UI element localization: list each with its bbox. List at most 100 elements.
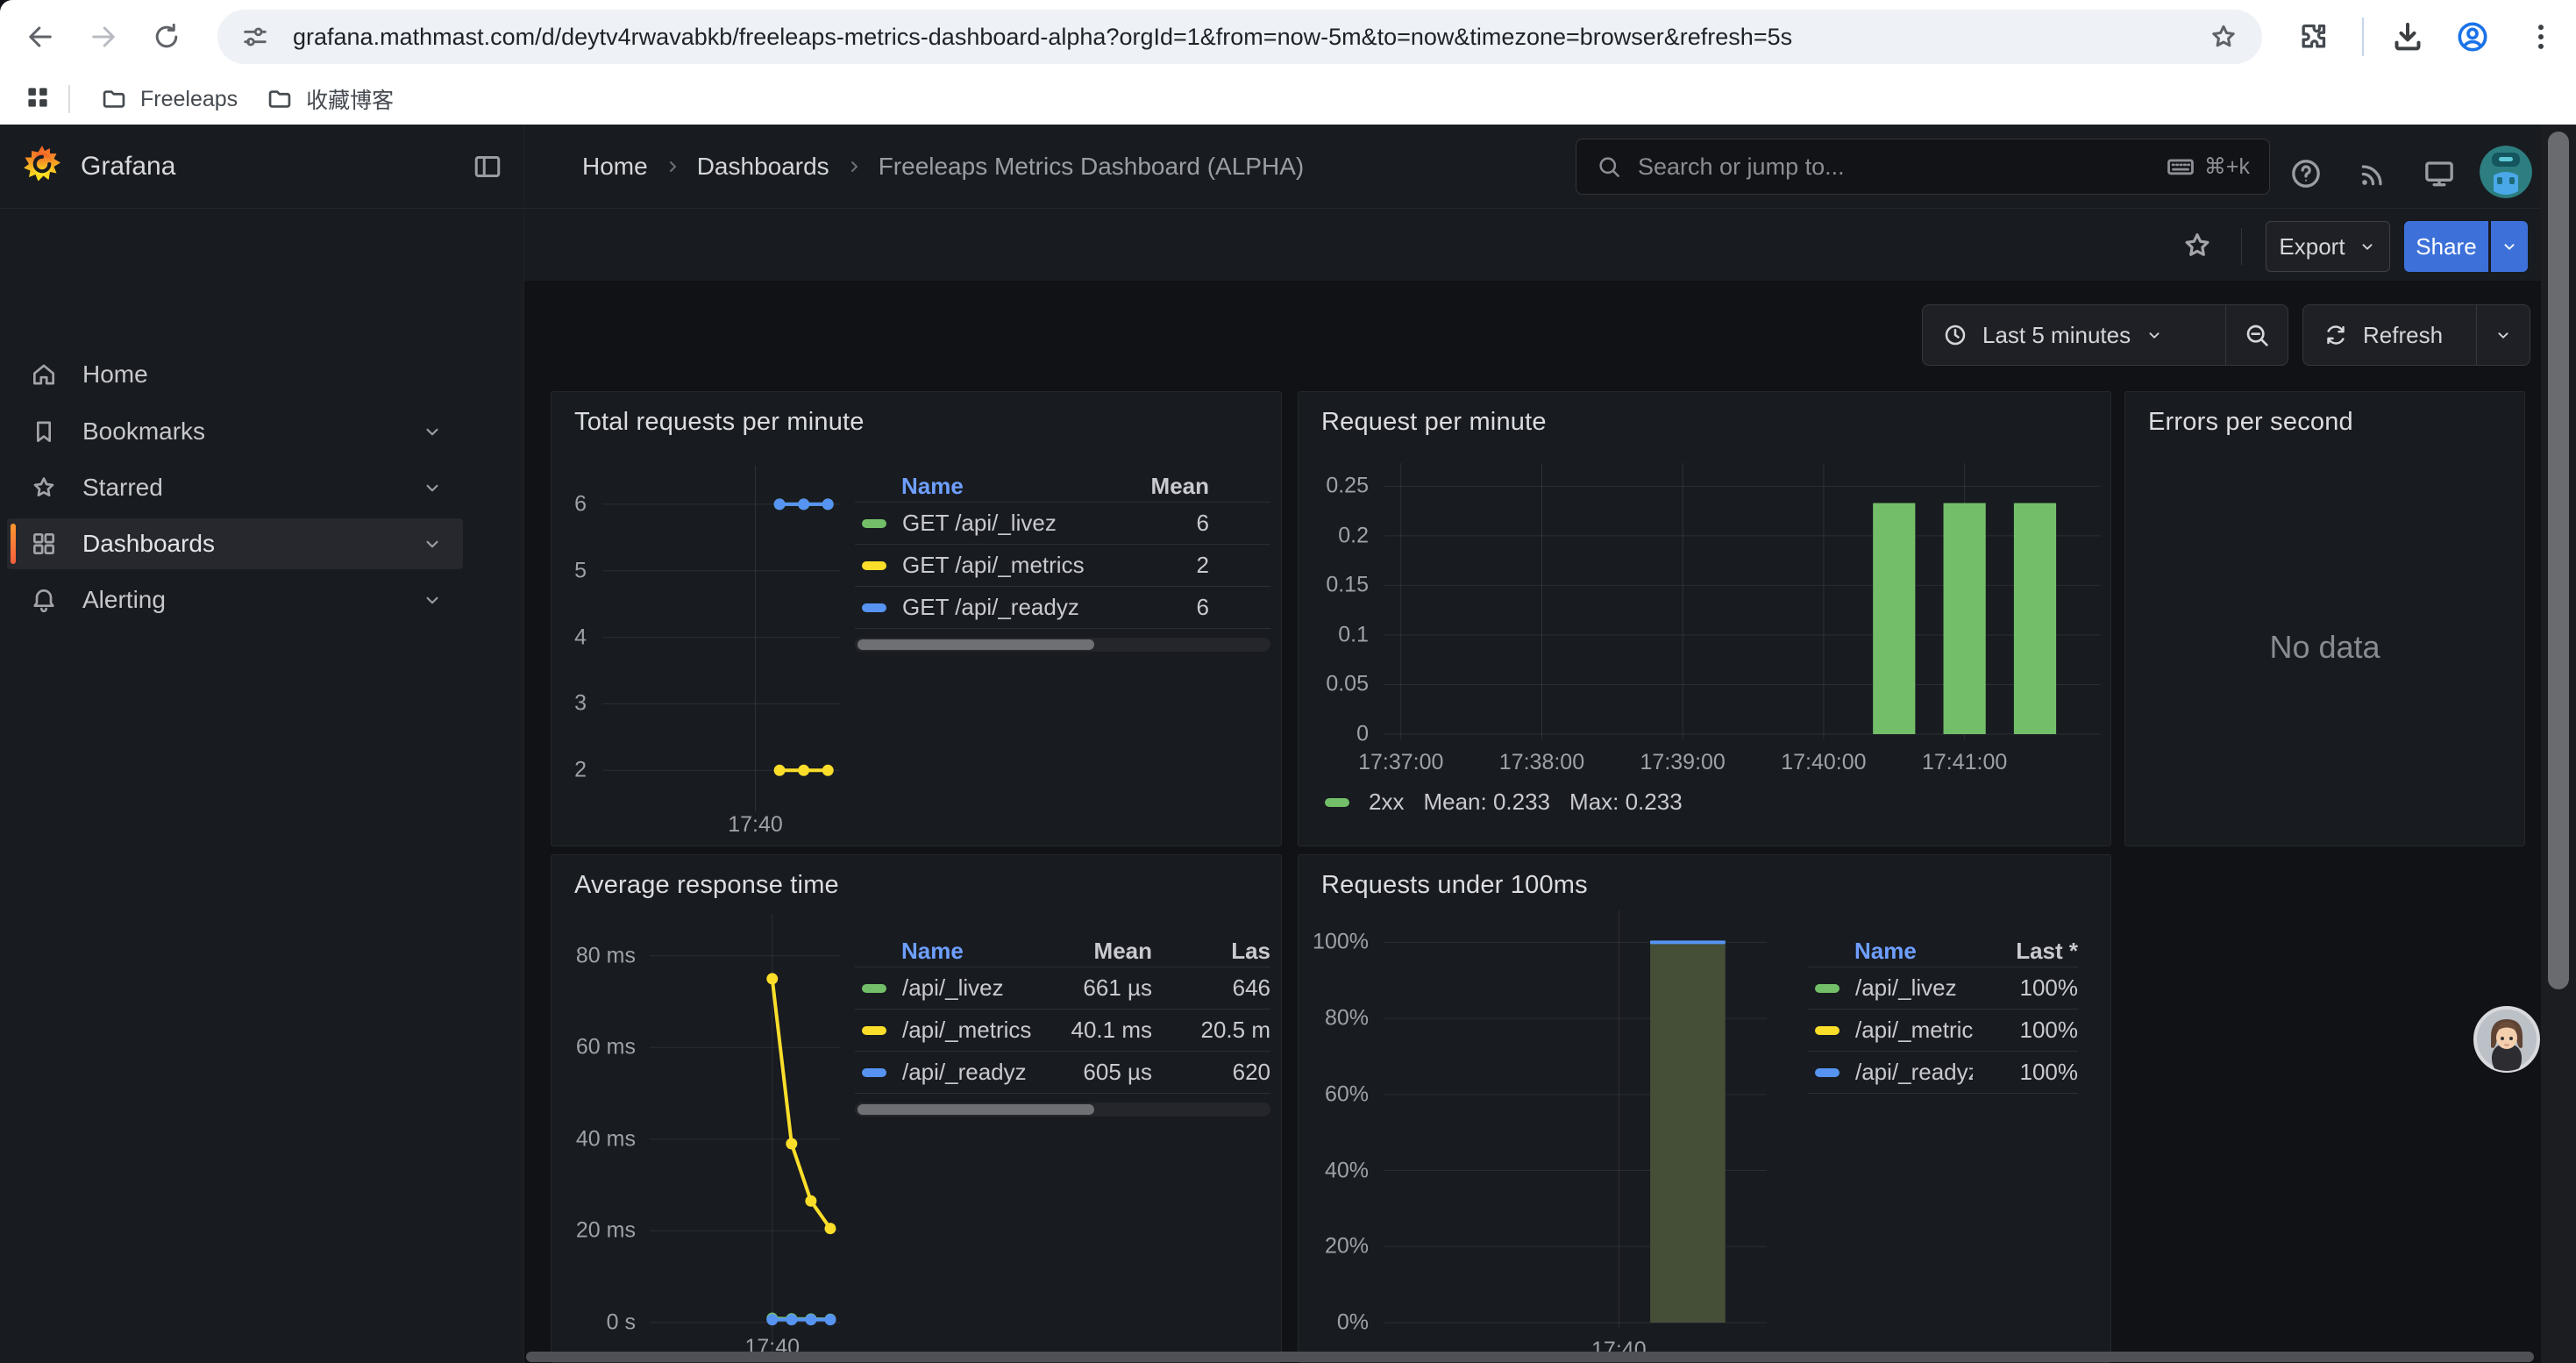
- bookmark-star-icon[interactable]: [2208, 21, 2239, 53]
- sidebar-item-home[interactable]: Home: [7, 349, 463, 400]
- y-axis-tick: 0.2: [1338, 523, 1369, 548]
- panel-title[interactable]: Total requests per minute: [574, 408, 865, 437]
- legend-series-name: /api/_readyz: [1855, 1059, 1973, 1086]
- monitor-icon[interactable]: [2422, 156, 2457, 191]
- y-axis-tick: 4: [574, 624, 587, 650]
- legend-row[interactable]: GET /api/_metrics2: [855, 545, 1270, 587]
- sidebar-item-dashboards[interactable]: Dashboards: [7, 518, 463, 569]
- breadcrumb-home[interactable]: Home: [582, 153, 648, 181]
- assistant-avatar[interactable]: [2473, 1005, 2541, 1074]
- brand-title[interactable]: Grafana: [81, 152, 472, 182]
- bookmark-folder-freeleaps[interactable]: Freeleaps: [86, 78, 252, 120]
- extensions-icon[interactable]: [2295, 19, 2330, 54]
- panel-title[interactable]: Requests under 100ms: [1321, 871, 1588, 900]
- legend-series-name[interactable]: 2xx: [1369, 789, 1404, 816]
- chevron-down-icon[interactable]: [421, 589, 444, 611]
- export-button[interactable]: Export: [2266, 221, 2390, 272]
- x-axis: 17:37:0017:38:0017:39:0017:40:0017:41:00: [1384, 745, 2101, 774]
- legend-row[interactable]: /api/_livez100%: [1808, 967, 2078, 1010]
- legend-series-name: GET /api/_metrics: [902, 552, 1148, 579]
- downloads-icon[interactable]: [2390, 19, 2425, 54]
- y-axis: 80 ms60 ms40 ms20 ms0 s: [559, 919, 643, 1363]
- legend-row[interactable]: GET /api/_readyz6: [855, 587, 1270, 629]
- panel-title[interactable]: Errors per second: [2148, 408, 2353, 437]
- panel-title[interactable]: Average response time: [574, 871, 839, 900]
- legend-scrollbar[interactable]: [855, 1103, 1270, 1117]
- legend-col-name[interactable]: Name: [855, 938, 1058, 965]
- series-color-swatch: [862, 1068, 886, 1077]
- sidebar-item-starred[interactable]: Starred: [7, 462, 463, 513]
- reload-icon[interactable]: [144, 14, 189, 60]
- legend-col-header[interactable]: Las: [1190, 938, 1270, 965]
- share-menu-button[interactable]: [2491, 221, 2528, 272]
- url-text[interactable]: grafana.mathmast.com/d/deytv4rwavabkb/fr…: [293, 24, 2208, 51]
- legend-value: 40.1 ms: [1058, 1017, 1190, 1044]
- back-icon[interactable]: [18, 14, 63, 60]
- vertical-scrollbar-thumb[interactable]: [2548, 132, 2569, 989]
- legend-value: 100%: [1973, 1059, 2078, 1086]
- legend[interactable]: 2xx Mean: 0.233 Max: 0.233: [1325, 789, 1683, 816]
- sidebar-item-bookmarks[interactable]: Bookmarks: [7, 406, 463, 457]
- refresh-label: Refresh: [2363, 322, 2443, 349]
- y-axis-tick: 40 ms: [576, 1126, 636, 1152]
- refresh-icon: [2323, 322, 2349, 348]
- sidebar-item-alerting[interactable]: Alerting: [7, 574, 463, 625]
- menu-kebab-icon[interactable]: [2523, 19, 2558, 59]
- news-rss-icon[interactable]: [2356, 156, 2391, 191]
- refresh-interval-button[interactable]: [2477, 325, 2530, 345]
- chevron-down-icon[interactable]: [421, 420, 444, 443]
- bookmark-icon: [30, 417, 58, 446]
- share-button[interactable]: Share: [2404, 221, 2488, 272]
- legend-row[interactable]: /api/_metrics100%: [1808, 1010, 2078, 1052]
- legend-col-name[interactable]: Name: [855, 473, 1148, 500]
- legend-col-header[interactable]: Mean: [1058, 938, 1190, 965]
- panel-average-response-time: Average response time 80 ms60 ms40 ms20 …: [551, 854, 1282, 1363]
- profile-icon[interactable]: [2455, 19, 2490, 54]
- dock-sidebar-icon[interactable]: [472, 151, 503, 182]
- legend-value: 646: [1190, 974, 1270, 1002]
- legend-scrollbar[interactable]: [855, 638, 1270, 652]
- legend-header: NameLast *: [1808, 936, 2078, 967]
- search-input[interactable]: Search or jump to... ⌘+k: [1576, 139, 2270, 195]
- series-color-swatch: [1815, 1068, 1839, 1077]
- bell-icon: [30, 586, 58, 614]
- site-settings-icon[interactable]: [240, 22, 270, 52]
- legend-row[interactable]: /api/_livez661 µs646: [855, 967, 1270, 1010]
- legend-value: 6: [1148, 510, 1270, 537]
- horizontal-scrollbar-thumb[interactable]: [526, 1352, 2534, 1362]
- legend-col-header[interactable]: Mean: [1148, 473, 1270, 500]
- legend-row[interactable]: GET /api/_livez6: [855, 503, 1270, 545]
- help-icon[interactable]: [2288, 156, 2323, 191]
- legend-row[interactable]: /api/_readyz605 µs620: [855, 1052, 1270, 1094]
- legend-row[interactable]: /api/_metrics40.1 ms20.5 m: [855, 1010, 1270, 1052]
- series-color-swatch: [1815, 1026, 1839, 1035]
- legend-col-header[interactable]: Last *: [1973, 938, 2078, 965]
- panel-title[interactable]: Request per minute: [1321, 408, 1547, 437]
- area-plot[interactable]: [1384, 916, 1767, 1323]
- apps-grid-icon[interactable]: [23, 82, 53, 117]
- legend-col-name[interactable]: Name: [1808, 938, 1973, 965]
- time-range-picker[interactable]: Last 5 minutes: [1922, 304, 2288, 366]
- forward-icon[interactable]: [81, 14, 126, 60]
- bar-plot[interactable]: [1384, 468, 2101, 734]
- bookmark-folder-blogs[interactable]: 收藏博客: [252, 76, 408, 122]
- address-bar[interactable]: grafana.mathmast.com/d/deytv4rwavabkb/fr…: [217, 10, 2262, 64]
- y-axis-tick: 0.05: [1326, 672, 1369, 697]
- legend-series-name: /api/_livez: [1855, 974, 1973, 1002]
- x-axis-tick: 17:39:00: [1640, 750, 1726, 775]
- legend-series-name: GET /api/_readyz: [902, 594, 1148, 621]
- user-avatar[interactable]: [2480, 146, 2532, 198]
- sidebar-item-label: Dashboards: [82, 530, 421, 558]
- time-series-plot[interactable]: [602, 471, 840, 807]
- refresh-button[interactable]: Refresh: [2302, 304, 2530, 366]
- series-color-swatch: [862, 603, 886, 612]
- favorite-star-icon[interactable]: [2176, 225, 2218, 267]
- sidebar-item-label: Starred: [82, 474, 421, 502]
- breadcrumb-dashboards[interactable]: Dashboards: [697, 153, 829, 181]
- zoom-out-button[interactable]: [2226, 321, 2288, 349]
- chevron-down-icon[interactable]: [421, 476, 444, 499]
- chevron-down-icon[interactable]: [421, 532, 444, 555]
- grafana-logo[interactable]: [21, 143, 63, 189]
- time-series-plot[interactable]: [650, 919, 840, 1363]
- legend-row[interactable]: /api/_readyz100%: [1808, 1052, 2078, 1094]
